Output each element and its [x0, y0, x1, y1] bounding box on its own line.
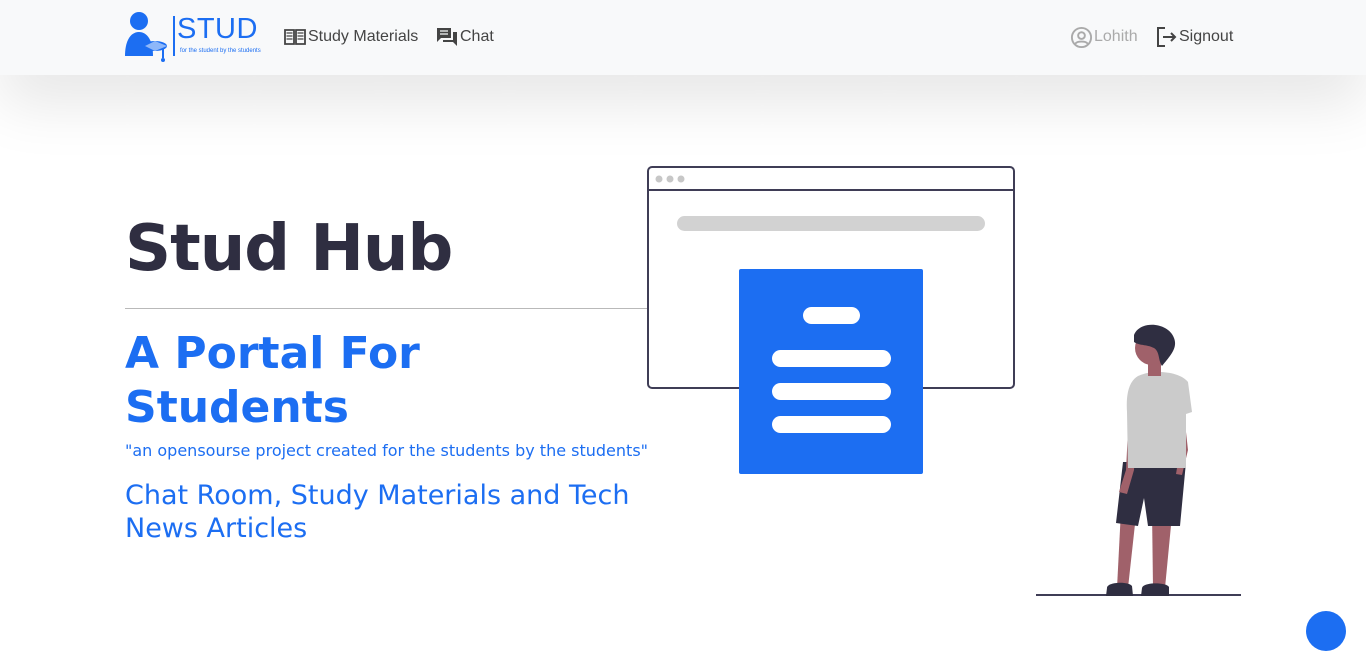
- book-icon: [284, 29, 306, 45]
- nav-study-materials-label: Study Materials: [308, 28, 419, 45]
- standing-person-illustration: [1036, 324, 1241, 596]
- nav-user[interactable]: Lohith: [1070, 24, 1138, 50]
- nav-user-label: Lohith: [1094, 28, 1138, 45]
- nav-chat[interactable]: Chat: [435, 24, 494, 50]
- nav-chat-label: Chat: [460, 28, 494, 45]
- student-logo-icon: [125, 12, 167, 62]
- hero-illustration: [647, 166, 1241, 596]
- floating-action-button[interactable]: [1306, 611, 1346, 651]
- user-circle-icon: [1070, 26, 1093, 48]
- nav-study-materials[interactable]: Study Materials: [283, 24, 418, 50]
- nav-signout-label: Signout: [1179, 28, 1234, 45]
- navbar: STUD for the student by the students Stu…: [0, 0, 1366, 75]
- logout-icon: [1157, 27, 1177, 47]
- document-card-illustration: [739, 269, 923, 474]
- logo-text: STUD: [177, 13, 258, 45]
- nav-signout[interactable]: Signout: [1154, 24, 1233, 50]
- chat-icon: [437, 28, 457, 46]
- logo-divider: [173, 16, 175, 56]
- logo[interactable]: STUD for the student by the students: [125, 12, 265, 64]
- logo-tagline: for the student by the students: [180, 48, 261, 54]
